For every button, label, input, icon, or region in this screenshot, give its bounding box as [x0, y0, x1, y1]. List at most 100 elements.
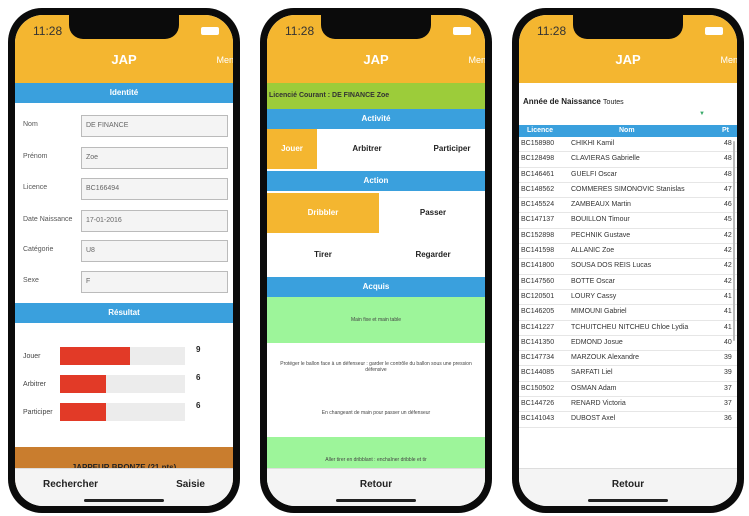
table-row[interactable]: BC152898 PECHNIK Gustave 42 [519, 229, 737, 245]
back-button[interactable]: Retour [360, 479, 392, 490]
acquis-item[interactable]: Main fixe et main table [267, 297, 485, 343]
stat-label: Jouer [23, 353, 41, 360]
app-title: JAP [111, 52, 137, 67]
cell-nom: SARFATI Liel [571, 369, 613, 377]
cell-licence: BC150502 [521, 384, 555, 392]
back-button[interactable]: Retour [612, 479, 644, 490]
table-row[interactable]: BC120501 LOURY Cassy 41 [519, 290, 737, 306]
cell-pt: 48 [724, 155, 732, 163]
cell-licence: BC141598 [521, 247, 555, 255]
identity-header: Identité [15, 83, 233, 103]
home-indicator [336, 499, 416, 502]
notch [321, 15, 431, 39]
current-licensee: Licencié Courant : DE FINANCE Zoe [267, 83, 485, 109]
cell-licence: BC147734 [521, 354, 555, 362]
phone-profile: 11:28 JAP Menu Identité Nom DE FINANCE P… [8, 8, 240, 513]
app-title: JAP [363, 52, 389, 67]
menu-button[interactable]: Menu [468, 55, 485, 65]
cell-pt: 39 [724, 354, 732, 362]
cell-nom: COMMERES SIMONOVIC Stanislas [571, 185, 685, 193]
column-pt: Pt [722, 127, 729, 134]
cell-nom: LOURY Cassy [571, 292, 617, 300]
cell-licence: BC141800 [521, 262, 555, 270]
licence-input[interactable]: BC166494 [81, 178, 228, 200]
cell-pt: 41 [724, 308, 732, 316]
cell-pt: 45 [724, 216, 732, 224]
cell-licence: BC128498 [521, 155, 555, 163]
activity-arbitrer[interactable]: Arbitrer [327, 129, 407, 169]
stat-label: Arbitrer [23, 381, 46, 388]
table-row[interactable]: BC146205 MIMOUNI Gabriel 41 [519, 305, 737, 321]
table-row[interactable]: BC144085 SARFATI Liel 39 [519, 366, 737, 382]
action-dribbler[interactable]: Dribbler [267, 193, 379, 233]
field-categorie: Catégorie U8 [23, 240, 233, 262]
cell-licence: BC158980 [521, 140, 555, 147]
field-label: Date Naissance [23, 216, 73, 223]
field-label: Nom [23, 121, 38, 128]
table-row[interactable]: BC145524 ZAMBEAUX Martin 46 [519, 198, 737, 214]
table-row[interactable]: BC141350 EDMOND Josue 40 [519, 336, 737, 352]
table-row[interactable]: BC158980 CHIKHI Kamil 48 [519, 137, 737, 153]
acquis-item[interactable]: Protéger le ballon face à un défenseur :… [267, 347, 485, 387]
cell-licence: BC120501 [521, 292, 555, 300]
stat-jouer: Jouer 9 [23, 345, 233, 367]
table-row[interactable]: BC146461 GUELFI Oscar 48 [519, 168, 737, 183]
table-row[interactable]: BC147137 BOUILLON Timour 45 [519, 213, 737, 229]
cell-nom: CHIKHI Kamil [571, 140, 615, 147]
cell-pt: 37 [724, 400, 732, 408]
notch [573, 15, 683, 39]
stat-arbitrer: Arbitrer 6 [23, 373, 233, 395]
stat-bar [60, 375, 185, 393]
cell-pt: 37 [724, 384, 732, 392]
scrollbar[interactable] [733, 141, 735, 341]
home-indicator [588, 499, 668, 502]
field-label: Licence [23, 184, 48, 191]
result-header: Résultat [15, 303, 233, 323]
activity-participer[interactable]: Participer [412, 129, 485, 169]
acquis-item[interactable]: En changeant de main pour passer un défe… [267, 393, 485, 433]
search-button[interactable]: Rechercher [43, 479, 98, 490]
table-row[interactable]: BC141043 DUBOST Axel 36 [519, 412, 737, 428]
activity-jouer[interactable]: Jouer [267, 129, 317, 169]
table-row[interactable]: BC141227 TCHUITCHEU NITCHEU Chloe Lydia 41 [519, 321, 737, 336]
action-tirer[interactable]: Tirer [267, 235, 379, 275]
column-nom: Nom [619, 127, 635, 134]
sexe-input[interactable]: F [81, 271, 228, 293]
action-header: Action [267, 171, 485, 191]
table-row[interactable]: BC141800 SOUSA DOS REIS Lucas 42 [519, 259, 737, 275]
date-naissance-input[interactable]: 17-01-2016 [81, 210, 228, 232]
cell-nom: EDMOND Josue [571, 338, 623, 346]
categorie-input[interactable]: U8 [81, 240, 228, 262]
cell-nom: ALLANIC Zoe [571, 247, 615, 255]
field-label: Catégorie [23, 246, 54, 253]
dropdown-caret-icon[interactable]: ▼ [699, 111, 705, 117]
birth-year-filter[interactable]: Année de Naissance Toutes [523, 97, 624, 106]
cell-nom: MARZOUK Alexandre [571, 354, 640, 362]
menu-button[interactable]: Menu [720, 55, 737, 65]
table-row[interactable]: BC147560 BOTTE Oscar 42 [519, 275, 737, 290]
cell-pt: 48 [724, 170, 732, 178]
stat-participer: Participer 6 [23, 401, 233, 423]
table-row[interactable]: BC148562 COMMERES SIMONOVIC Stanislas 47 [519, 183, 737, 199]
cell-licence: BC146461 [521, 170, 555, 178]
field-prenom: Prénom Zoe [23, 147, 233, 169]
cell-nom: ZAMBEAUX Martin [571, 201, 631, 209]
table-row[interactable]: BC141598 ALLANIC Zoe 42 [519, 244, 737, 260]
column-licence: Licence [527, 127, 554, 134]
prenom-input[interactable]: Zoe [81, 147, 228, 169]
nom-input[interactable]: DE FINANCE [81, 115, 228, 137]
home-indicator [84, 499, 164, 502]
table-row[interactable]: BC147734 MARZOUK Alexandre 39 [519, 351, 737, 367]
cell-licence: BC147560 [521, 277, 555, 285]
menu-button[interactable]: Menu [216, 55, 233, 65]
action-regarder[interactable]: Regarder [379, 235, 485, 275]
table-row[interactable]: BC128498 CLAVIERAS Gabrielle 48 [519, 152, 737, 168]
table-body: BC158980 CHIKHI Kamil 48 BC128498 CLAVIERAS … [519, 137, 737, 428]
cell-nom: SOUSA DOS REIS Lucas [571, 262, 652, 270]
entry-button[interactable]: Saisie [176, 479, 205, 490]
action-passer[interactable]: Passer [379, 193, 485, 233]
table-row[interactable]: BC144726 RENARD Victoria 37 [519, 397, 737, 413]
cell-pt: 39 [724, 369, 732, 377]
table-row[interactable]: BC150502 OSMAN Adam 37 [519, 382, 737, 398]
cell-pt: 42 [724, 231, 732, 239]
